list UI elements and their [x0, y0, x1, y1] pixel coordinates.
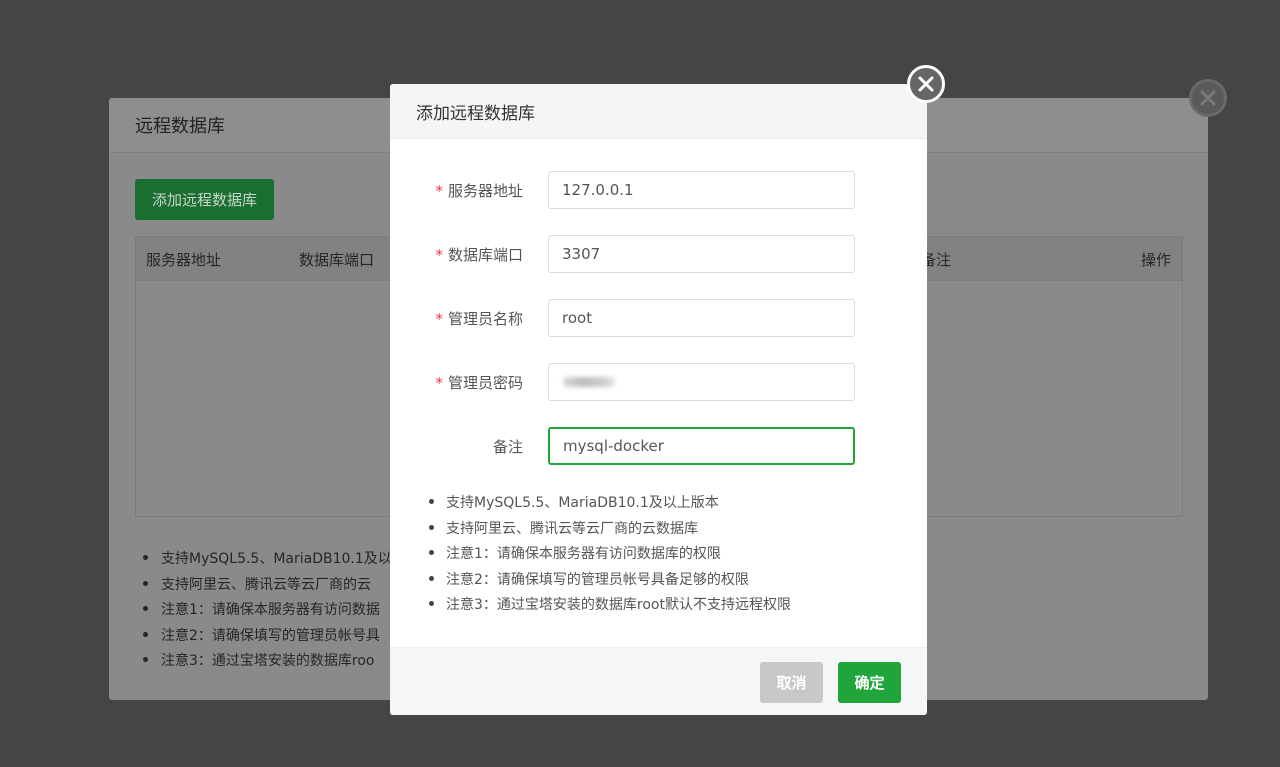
db-port-label: * 数据库端口	[435, 246, 523, 264]
list-item: 支持阿里云、腾讯云等云厂商的云	[143, 574, 392, 600]
dialog-footer: 取消 确定	[390, 647, 927, 715]
password-mask	[563, 377, 615, 387]
admin-name-label: * 管理员名称	[435, 310, 523, 328]
required-mark: *	[435, 246, 443, 264]
add-remote-db-button[interactable]: 添加远程数据库	[135, 179, 274, 220]
panel-title: 远程数据库	[135, 116, 225, 137]
field-server-address: * 服务器地址	[390, 171, 927, 209]
column-server-address: 服务器地址	[146, 251, 222, 269]
list-item: 注意3：通过宝塔安装的数据库root默认不支持远程权限	[428, 594, 791, 620]
list-item: 注意1：请确保本服务器有访问数据	[143, 599, 392, 625]
column-db-port: 数据库端口	[299, 251, 375, 269]
field-admin-password: * 管理员密码	[390, 363, 927, 401]
field-admin-name: * 管理员名称	[390, 299, 927, 337]
db-port-input[interactable]	[548, 235, 855, 273]
remark-input[interactable]	[548, 427, 855, 465]
server-address-label: * 服务器地址	[435, 182, 523, 200]
field-db-port: * 数据库端口	[390, 235, 927, 273]
list-item: 注意2：请确保填写的管理员帐号具备足够的权限	[428, 569, 791, 595]
admin-name-input[interactable]	[548, 299, 855, 337]
list-item: 注意1：请确保本服务器有访问数据库的权限	[428, 543, 791, 569]
admin-password-label: * 管理员密码	[435, 374, 523, 392]
required-mark: *	[435, 374, 443, 392]
dialog-header: 添加远程数据库	[390, 84, 927, 139]
dialog-notes: 支持MySQL5.5、MariaDB10.1及以上版本 支持阿里云、腾讯云等云厂…	[428, 492, 791, 620]
list-item: 支持阿里云、腾讯云等云厂商的云数据库	[428, 518, 791, 544]
required-mark: *	[435, 310, 443, 328]
remark-label: 备注	[492, 438, 523, 456]
required-mark: *	[435, 182, 443, 200]
list-item: 支持MySQL5.5、MariaDB10.1及以	[143, 548, 392, 574]
panel-notes: 支持MySQL5.5、MariaDB10.1及以 支持阿里云、腾讯云等云厂商的云…	[143, 548, 392, 676]
confirm-button[interactable]: 确定	[838, 662, 901, 703]
dialog-title: 添加远程数据库	[416, 103, 535, 124]
list-item: 注意2：请确保填写的管理员帐号具	[143, 625, 392, 651]
column-actions: 操作	[1141, 251, 1172, 269]
list-item: 支持MySQL5.5、MariaDB10.1及以上版本	[428, 492, 791, 518]
add-remote-db-dialog: 添加远程数据库 *服务器地址 *数据库端口 *管理员名称 *管理员密码 备注 支…	[390, 65, 945, 715]
field-remark: 备注	[390, 427, 927, 465]
cancel-button[interactable]: 取消	[760, 662, 823, 703]
server-address-input[interactable]	[548, 171, 855, 209]
list-item: 注意3：通过宝塔安装的数据库roo	[143, 650, 392, 676]
close-icon[interactable]	[907, 65, 945, 103]
panel-close-icon[interactable]	[1189, 79, 1227, 117]
